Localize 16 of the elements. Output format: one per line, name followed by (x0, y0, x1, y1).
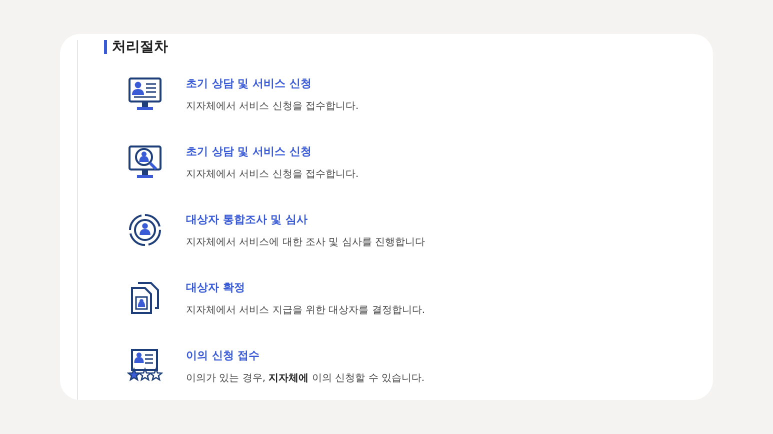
documents-icon (128, 281, 162, 315)
monitor-icon (128, 145, 162, 179)
step-title: 대상자 확정 (186, 280, 246, 294)
step-description: 지자체에서 서비스에 대한 조사 및 심사를 진행합니다 (186, 236, 426, 248)
step-title: 초기 상담 및 서비스 신청 (186, 144, 312, 158)
step-title: 대상자 통합조사 및 심사 (186, 212, 308, 226)
step-title: 초기 상담 및 서비스 신청 (186, 76, 312, 90)
step-description: 지자체에서 서비스 신청을 접수합니다. (186, 168, 359, 180)
step-title: 이의 신청 접수 (186, 348, 261, 362)
section-title: 처리절차 (104, 40, 426, 54)
step-description: 지자체에서 서비스 신청을 접수합니다. (186, 100, 359, 112)
profile-rating-icon (127, 349, 163, 383)
monitor-icon (128, 77, 162, 111)
step-description: 지자체에서 서비스 지급을 위한 대상자를 결정합니다. (186, 304, 426, 316)
target-icon (128, 213, 162, 247)
step-description: 이의가 있는 경우, 지자체에 이의 신청할 수 있습니다. (186, 372, 425, 384)
